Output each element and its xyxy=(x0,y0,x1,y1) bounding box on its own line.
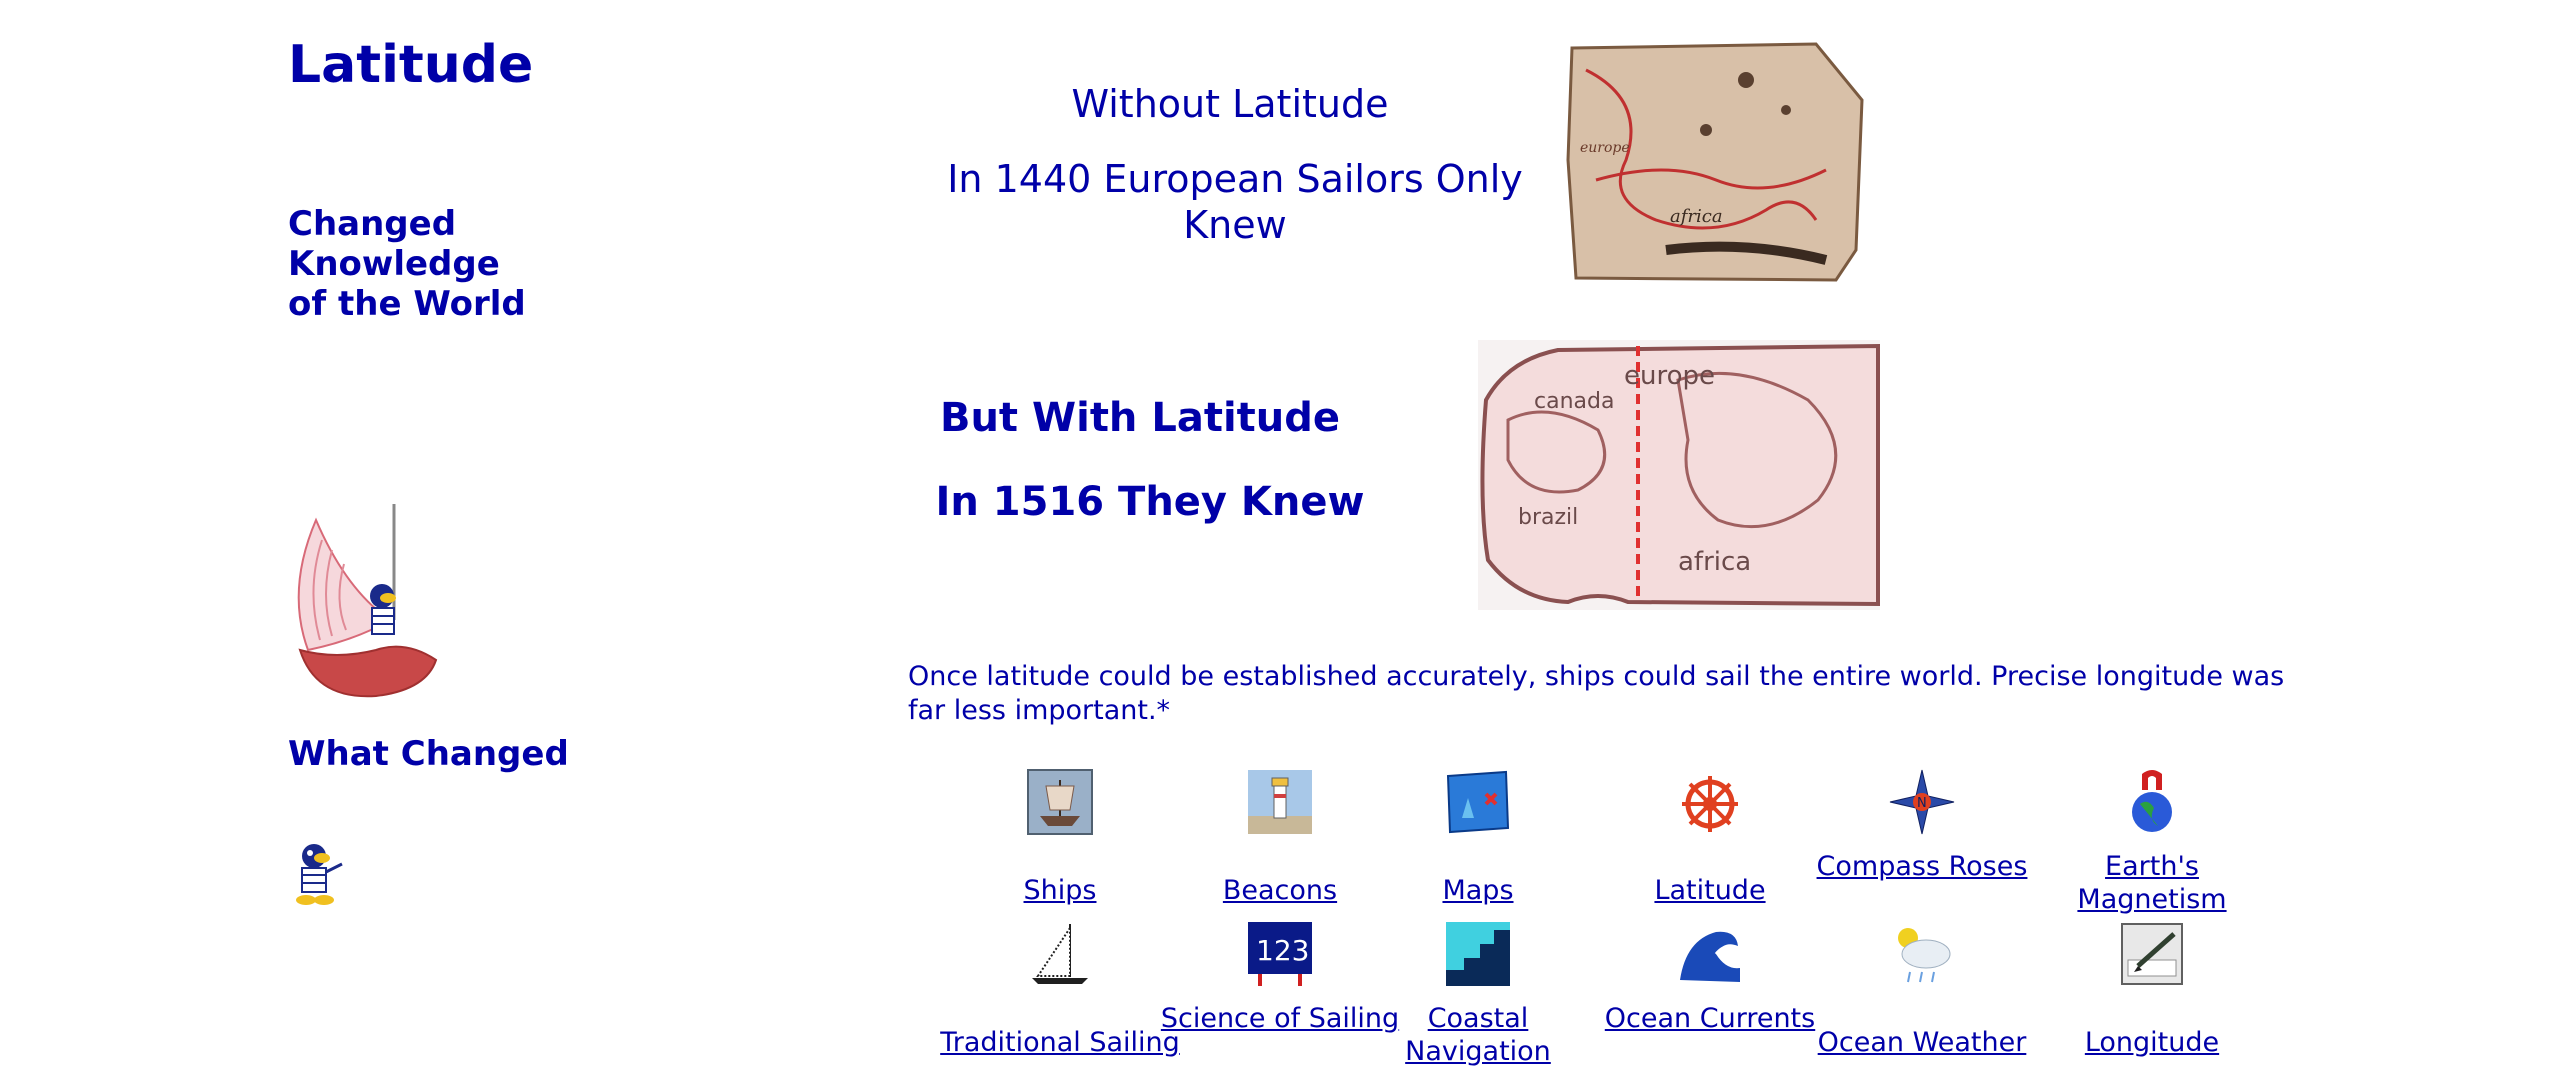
map-1516-label-brazil: brazil xyxy=(1518,505,1578,530)
map-1440-image: europe africa xyxy=(1566,40,1866,284)
nav-item-earths-magnetism[interactable]: Earth's Magnetism xyxy=(2027,768,2277,916)
compass-rose-icon[interactable]: N xyxy=(1888,768,1956,836)
ship-picture-icon[interactable] xyxy=(1026,768,1094,836)
treasure-map-icon[interactable] xyxy=(1444,768,1512,836)
link-coastal-navigation[interactable]: Coastal Navigation xyxy=(1353,1002,1603,1068)
globe-magnet-icon[interactable] xyxy=(2118,768,2186,836)
left-subtitle: Changed Knowledge of the World xyxy=(288,204,526,324)
what-changed-heading: What Changed xyxy=(288,734,569,774)
map-1516-label-africa: africa xyxy=(1678,547,1751,577)
pen-paper-icon[interactable] xyxy=(2118,920,2186,988)
link-ocean-weather[interactable]: Ocean Weather xyxy=(1797,1026,2047,1059)
bird-mascot-icon xyxy=(288,842,346,910)
with-latitude-heading: But With Latitude xyxy=(939,395,1341,441)
svg-text:123: 123 xyxy=(1256,934,1309,967)
link-compass-roses[interactable]: Compass Roses xyxy=(1797,850,2047,883)
nav-item-ocean-weather[interactable]: Ocean Weather xyxy=(1797,920,2047,1059)
map-1516-label-europe: europe xyxy=(1624,361,1715,391)
intro-paragraph: Once latitude could be established accur… xyxy=(908,661,2285,726)
nav-item-coastal-navigation[interactable]: Coastal Navigation xyxy=(1353,920,1603,1068)
cloud-sun-icon[interactable] xyxy=(1888,920,1956,988)
svg-text:N: N xyxy=(1917,796,1927,811)
in-1440-heading: In 1440 European Sailors Only Knew xyxy=(947,157,1523,247)
coastline-icon[interactable] xyxy=(1444,920,1512,988)
without-latitude-heading: Without Latitude xyxy=(1071,82,1389,126)
nav-item-compass-roses[interactable]: N Compass Roses xyxy=(1797,768,2047,883)
nav-item-longitude[interactable]: Longitude xyxy=(2027,920,2277,1059)
nav-item-traditional-sailing[interactable]: Traditional Sailing xyxy=(935,920,1185,1059)
map-1440-label-africa: africa xyxy=(1670,206,1723,227)
link-maps[interactable]: Maps xyxy=(1353,874,1603,907)
lighthouse-icon[interactable] xyxy=(1246,768,1314,836)
numbers-board-icon[interactable]: 123 xyxy=(1246,920,1314,988)
nav-item-maps[interactable]: Maps xyxy=(1353,768,1603,907)
ship-illustration xyxy=(286,500,438,704)
nav-item-ships[interactable]: Ships xyxy=(935,768,1185,907)
wave-icon[interactable] xyxy=(1676,920,1744,988)
ship-wheel-icon[interactable] xyxy=(1676,768,1744,836)
link-earths-magnetism[interactable]: Earth's Magnetism xyxy=(2027,850,2277,916)
link-longitude[interactable]: Longitude xyxy=(2027,1026,2277,1059)
map-1516-label-canada: canada xyxy=(1534,389,1614,414)
sailboat-icon[interactable] xyxy=(1026,920,1094,988)
link-ships[interactable]: Ships xyxy=(935,874,1185,907)
link-traditional-sailing[interactable]: Traditional Sailing xyxy=(935,1026,1185,1059)
map-1516-image: canada europe brazil africa xyxy=(1478,340,1880,610)
map-1440-label-europe: europe xyxy=(1580,140,1630,156)
in-1516-heading: In 1516 They Knew xyxy=(935,479,1365,525)
page-title: Latitude xyxy=(288,35,534,95)
